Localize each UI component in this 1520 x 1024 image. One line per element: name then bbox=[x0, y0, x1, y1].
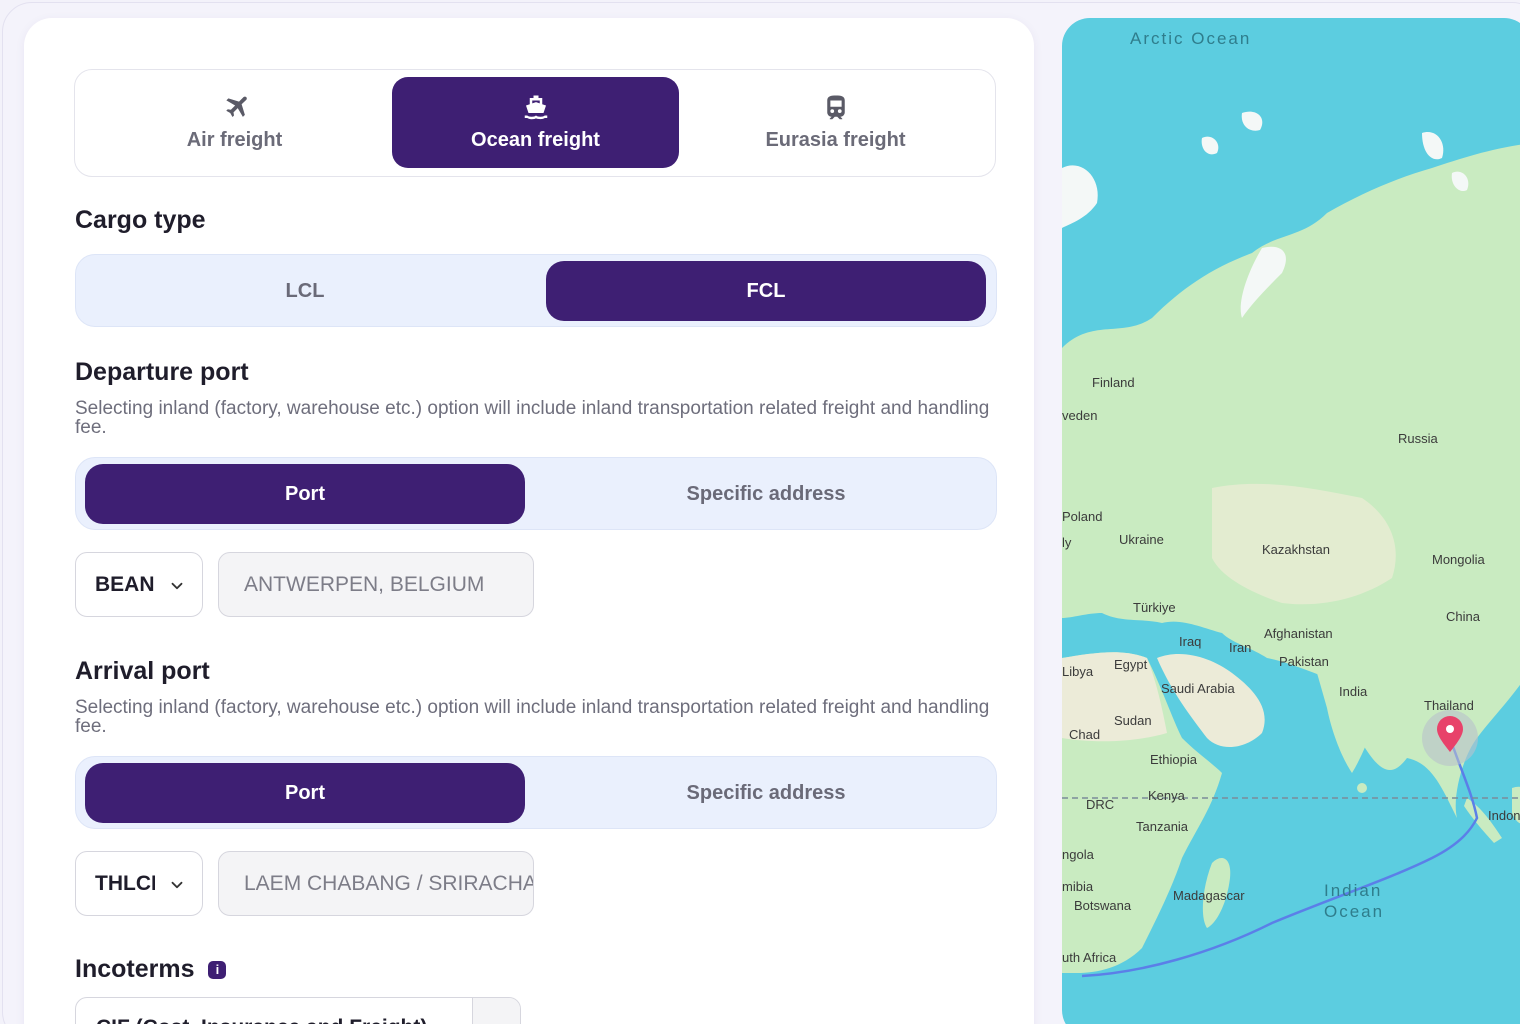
incoterms-title: Incoterms bbox=[75, 955, 195, 983]
departure-option-address[interactable]: Specific address bbox=[546, 464, 986, 524]
departure-port-name-field: ANTWERPEN, BELGIUM bbox=[218, 552, 534, 617]
departure-type-toggle: Port Specific address bbox=[75, 457, 997, 530]
cargo-type-title: Cargo type bbox=[75, 206, 206, 234]
cargo-option-fcl[interactable]: FCL bbox=[546, 261, 986, 321]
map-label-sudan: Sudan bbox=[1114, 713, 1152, 728]
map-label-tanzania: Tanzania bbox=[1136, 819, 1189, 834]
map-label-afghanistan: Afghanistan bbox=[1264, 626, 1333, 641]
tab-ocean-label: Ocean freight bbox=[471, 129, 600, 151]
map-label-egypt: Egypt bbox=[1114, 657, 1148, 672]
info-icon[interactable]: i bbox=[208, 960, 227, 979]
map-label-iran: Iran bbox=[1229, 640, 1252, 655]
map-label-drc: DRC bbox=[1086, 797, 1115, 812]
map-label-angola: ngola bbox=[1062, 847, 1094, 862]
arrival-port-name-field: LAEM CHABANG / SRIRACHA bbox=[218, 851, 534, 916]
route-map[interactable]: Arctic Ocean Indian Ocean Finland veden … bbox=[1062, 18, 1520, 1024]
cargo-option-lcl[interactable]: LCL bbox=[85, 261, 525, 321]
map-label-poland: Poland bbox=[1062, 509, 1103, 524]
cargo-type-toggle: LCL FCL bbox=[75, 254, 997, 327]
arrival-type-toggle: Port Specific address bbox=[75, 756, 997, 829]
map-label-namibia: mibia bbox=[1062, 879, 1094, 894]
indian-ocean-label-2: Ocean bbox=[1324, 902, 1385, 921]
map-label-ethiopia: Ethiopia bbox=[1150, 752, 1197, 767]
map-label-libya: Libya bbox=[1062, 664, 1094, 679]
map-label-madagascar: Madagascar bbox=[1173, 888, 1245, 903]
map-label-kazakhstan: Kazakhstan bbox=[1262, 542, 1330, 557]
incoterms-select[interactable]: CIF (Cost, Insurance and Freight) bbox=[75, 997, 521, 1024]
map-label-sweden: veden bbox=[1062, 408, 1098, 423]
tab-air-freight[interactable]: Air freight bbox=[91, 77, 378, 168]
map-label-finland: Finland bbox=[1092, 375, 1135, 390]
quote-form-panel: Air freight Ocean freight Eurasia freigh… bbox=[24, 18, 1034, 1024]
map-label-india: India bbox=[1339, 684, 1368, 699]
chevron-down-icon bbox=[171, 881, 183, 889]
map-label-kenya: Kenya bbox=[1148, 788, 1185, 803]
arrival-port-title: Arrival port bbox=[75, 657, 210, 685]
arrival-option-port[interactable]: Port bbox=[85, 763, 525, 823]
departure-port-title: Departure port bbox=[75, 358, 249, 386]
train-icon bbox=[826, 95, 845, 120]
incoterms-heading: Incoterms i bbox=[75, 955, 227, 984]
departure-code-value: BEANR bbox=[95, 572, 155, 596]
map-canvas bbox=[1062, 111, 1520, 978]
map-label-botswana: Botswana bbox=[1074, 898, 1132, 913]
incoterms-dropdown-button[interactable] bbox=[472, 998, 520, 1024]
indian-ocean-label-1: Indian bbox=[1324, 881, 1383, 900]
arrival-code-value: THLCH bbox=[95, 871, 155, 895]
departure-hint: Selecting inland (factory, warehouse etc… bbox=[75, 398, 990, 438]
chevron-down-icon bbox=[171, 582, 183, 590]
map-label-indonesia: Indon bbox=[1488, 808, 1520, 823]
departure-port-name: ANTWERPEN, BELGIUM bbox=[244, 572, 485, 596]
arctic-ocean-label: Arctic Ocean bbox=[1130, 29, 1252, 48]
map-label-mongolia: Mongolia bbox=[1432, 552, 1485, 567]
map-label-south-africa: uth Africa bbox=[1062, 950, 1117, 965]
map-label-pakistan: Pakistan bbox=[1279, 654, 1329, 669]
freight-mode-tabs: Air freight Ocean freight Eurasia freigh… bbox=[74, 69, 996, 177]
departure-option-port[interactable]: Port bbox=[85, 464, 525, 524]
tab-eurasia-freight[interactable]: Eurasia freight bbox=[692, 77, 979, 168]
map-label-chad: Chad bbox=[1069, 727, 1101, 742]
ship-icon bbox=[524, 95, 547, 120]
arrival-port-name: LAEM CHABANG / SRIRACHA bbox=[244, 871, 534, 895]
arrival-option-address[interactable]: Specific address bbox=[546, 763, 986, 823]
departure-code-select[interactable]: BEANR bbox=[75, 552, 203, 617]
arrival-code-select[interactable]: THLCH bbox=[75, 851, 203, 916]
map-label-iraq: Iraq bbox=[1179, 634, 1202, 649]
map-label-italy: ly bbox=[1062, 535, 1072, 550]
tab-ocean-freight[interactable]: Ocean freight bbox=[392, 77, 679, 168]
map-label-russia: Russia bbox=[1398, 431, 1438, 446]
tab-eurasia-label: Eurasia freight bbox=[765, 129, 906, 151]
tab-air-label: Air freight bbox=[186, 129, 283, 151]
incoterms-value: CIF (Cost, Insurance and Freight) bbox=[96, 1016, 427, 1024]
map-label-china: China bbox=[1446, 609, 1480, 624]
map-label-turkiye: Türkiye bbox=[1133, 600, 1176, 615]
map-label-thailand: Thailand bbox=[1424, 698, 1474, 713]
map-label-ukraine: Ukraine bbox=[1119, 532, 1164, 547]
airplane-icon bbox=[225, 96, 247, 117]
arrival-hint: Selecting inland (factory, warehouse etc… bbox=[75, 697, 990, 737]
map-label-saudi-arabia: Saudi Arabia bbox=[1161, 681, 1235, 696]
